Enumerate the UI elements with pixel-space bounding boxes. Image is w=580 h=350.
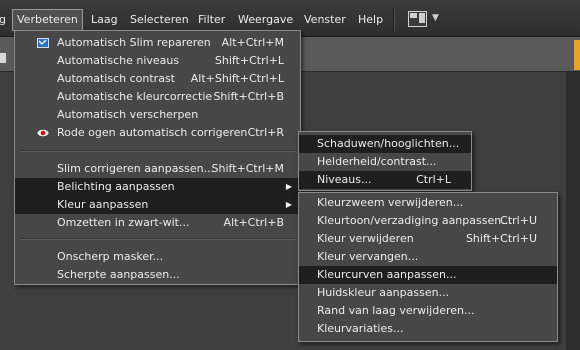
color-submenu: Kleurzweem verwijderen... Kleurtoon/verz…: [298, 192, 558, 342]
menu-item-auto-sharpen[interactable]: Automatisch verscherpen: [15, 106, 300, 124]
chevron-down-icon[interactable]: ▼: [432, 13, 439, 23]
tool-option-icon[interactable]: [0, 53, 6, 63]
menu-item-auto-color[interactable]: Automatische kleurcorrectie Shift+Ctrl+B: [15, 88, 300, 106]
menu-item-label: Automatische kleurcorrectie: [57, 90, 213, 103]
submenu-item-color-variations[interactable]: Kleurvariaties...: [299, 320, 557, 338]
menu-item-shortcut: Shift+Ctrl+B: [213, 90, 284, 103]
submenu-arrow-icon: ▶: [285, 182, 292, 191]
submenu-item-defringe-layer[interactable]: Rand van laag verwijderen...: [299, 302, 557, 320]
red-eye-icon: [37, 129, 49, 137]
menu-item-convert-bw[interactable]: Omzetten in zwart-wit... Alt+Ctrl+B: [15, 214, 300, 232]
layout-grid-icon[interactable]: [408, 11, 427, 27]
menu-item-label: Huidskleur aanpassen...: [317, 286, 450, 299]
canvas-edge: [566, 72, 580, 350]
menu-item-label: Automatisch contrast: [57, 72, 175, 85]
menu-item-unsharp-mask[interactable]: Onscherp masker...: [15, 248, 300, 266]
menu-item-shortcut: Alt+Ctrl+M: [221, 36, 284, 49]
menu-item-label: Kleurzweem verwijderen...: [317, 196, 464, 209]
submenu-item-shadows-highlights[interactable]: Schaduwen/hooglichten...: [299, 135, 471, 153]
menu-item-label: Helderheid/contrast...: [317, 155, 437, 168]
submenu-item-replace-color[interactable]: Kleur vervangen...: [299, 248, 557, 266]
menu-item-adjust-lighting[interactable]: Belichting aanpassen ▶: [15, 178, 300, 196]
menu-item-shortcut: Ctrl+L: [416, 173, 451, 186]
menu-weergave[interactable]: Weergave: [238, 12, 293, 28]
menu-item-label: Niveaus...: [317, 173, 372, 186]
menu-verbeteren[interactable]: Verbeteren: [12, 9, 83, 31]
menu-item-label: Kleurvariaties...: [317, 322, 404, 335]
menu-item-label: Slim corrigeren aanpassen...: [57, 162, 215, 175]
menu-item-label: Omzetten in zwart-wit...: [57, 216, 190, 229]
canvas-image-strip: [574, 40, 580, 70]
menu-item-shortcut: Ctrl+U: [500, 214, 537, 227]
menu-item-label: Schaduwen/hooglichten...: [317, 137, 460, 150]
menu-item-shortcut: Shift+Ctrl+L: [214, 54, 284, 67]
menu-item-shortcut: Alt+Ctrl+B: [223, 216, 284, 229]
menu-item-shortcut: Shift+Ctrl+U: [465, 232, 537, 245]
menu-item-auto-levels[interactable]: Automatische niveaus Shift+Ctrl+L: [15, 52, 300, 70]
menu-laag[interactable]: Laag: [91, 12, 118, 28]
menu-help[interactable]: Help: [358, 12, 383, 28]
menu-selecteren[interactable]: Selecteren: [130, 12, 189, 28]
menu-item-label: Rode ogen automatisch corrigeren: [57, 126, 248, 139]
menu-item-auto-contrast[interactable]: Automatisch contrast Alt+Shift+Ctrl+L: [15, 70, 300, 88]
menu-item-label: Kleurtoon/verzadiging aanpassen...: [317, 214, 512, 227]
menu-divider: [19, 150, 296, 152]
menubar-divider: [393, 9, 395, 31]
menu-filter[interactable]: Filter: [198, 12, 225, 28]
menu-item-red-eye[interactable]: Rode ogen automatisch corrigeren Ctrl+R: [15, 124, 300, 142]
menu-item-label: Scherpte aanpassen...: [57, 268, 180, 281]
lighting-submenu: Schaduwen/hooglichten... Helderheid/cont…: [298, 131, 472, 191]
submenu-item-remove-color[interactable]: Kleur verwijderen Shift+Ctrl+U: [299, 230, 557, 248]
menu-item-label: Belichting aanpassen: [57, 180, 175, 193]
menu-item-label: Rand van laag verwijderen...: [317, 304, 475, 317]
menu-item-label: Automatische niveaus: [57, 54, 180, 67]
enhance-menu: Automatisch Slim repareren Alt+Ctrl+M Au…: [14, 30, 301, 285]
menu-item-label: Kleurcurven aanpassen...: [317, 268, 457, 281]
menu-item-adjust-color[interactable]: Kleur aanpassen ▶: [15, 196, 300, 214]
submenu-item-brightness-contrast[interactable]: Helderheid/contrast...: [299, 153, 471, 171]
submenu-item-color-curves[interactable]: Kleurcurven aanpassen...: [299, 266, 557, 284]
submenu-item-remove-color-cast[interactable]: Kleurzweem verwijderen...: [299, 194, 557, 212]
menu-item-shortcut: Ctrl+R: [247, 126, 284, 139]
submenu-arrow-icon: ▶: [285, 200, 292, 209]
submenu-item-hue-saturation[interactable]: Kleurtoon/verzadiging aanpassen... Ctrl+…: [299, 212, 557, 230]
menu-item-shortcut: Shift+Ctrl+M: [211, 162, 285, 175]
menu-item-label: Automatisch Slim repareren: [57, 36, 211, 49]
menu-item-label: Automatisch verscherpen: [57, 108, 199, 121]
menu-item-shortcut: Alt+Shift+Ctrl+L: [190, 72, 284, 85]
menu-item-label: Kleur vervangen...: [317, 250, 419, 263]
submenu-item-skin-tone[interactable]: Huidskleur aanpassen...: [299, 284, 557, 302]
menu-divider: [19, 238, 296, 240]
menu-item-label: Kleur verwijderen: [317, 232, 414, 245]
smart-fix-icon: [37, 38, 49, 48]
menu-item-smart-fix[interactable]: Automatisch Slim repareren Alt+Ctrl+M: [15, 34, 300, 52]
menu-item-label: Kleur aanpassen: [57, 198, 149, 211]
menu-partial-item[interactable]: g: [0, 12, 6, 28]
menu-item-adjust-smart-fix[interactable]: Slim corrigeren aanpassen... Shift+Ctrl+…: [15, 160, 300, 178]
menu-item-label: Onscherp masker...: [57, 250, 164, 263]
menu-venster[interactable]: Venster: [304, 12, 346, 28]
menu-item-adjust-sharpness[interactable]: Scherpte aanpassen...: [15, 266, 300, 284]
submenu-item-levels[interactable]: Niveaus... Ctrl+L: [299, 171, 471, 189]
